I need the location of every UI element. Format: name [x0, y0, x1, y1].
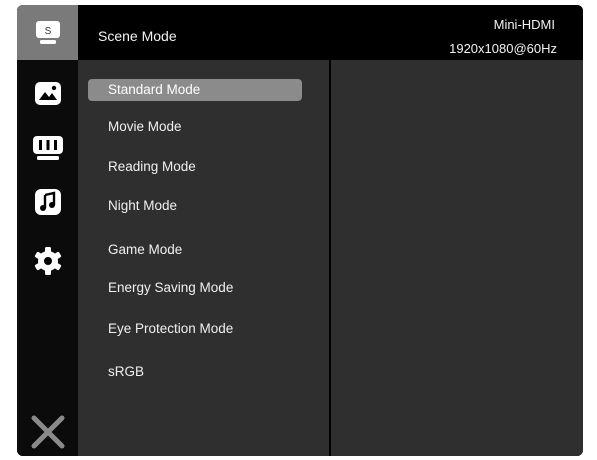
scene-mode-list: Standard Mode Movie Mode Reading Mode Ni… [78, 60, 329, 456]
display-icon [32, 134, 64, 162]
menu-item-movie-mode[interactable]: Movie Mode [88, 116, 302, 138]
sidebar-item-audio[interactable] [17, 177, 78, 227]
resolution-label: 1920x1080@60Hz [449, 41, 557, 56]
page-title: Scene Mode [98, 28, 177, 44]
scene-mode-icon: S [34, 20, 62, 46]
menu-item-eye-protection-mode[interactable]: Eye Protection Mode [88, 318, 302, 340]
sidebar-item-settings[interactable] [17, 236, 78, 286]
close-icon [30, 414, 66, 450]
input-source-label: Mini-HDMI [493, 17, 555, 32]
sidebar: S [17, 5, 78, 456]
menu-item-srgb[interactable]: sRGB [88, 361, 302, 383]
sidebar-item-scene-mode[interactable]: S [17, 5, 78, 60]
submenu-panel [331, 60, 583, 456]
scene-mode-glyph: S [44, 26, 51, 37]
exit-button[interactable] [17, 407, 78, 456]
header: Scene Mode Mini-HDMI 1920x1080@60Hz [78, 5, 583, 60]
menu-item-night-mode[interactable]: Night Mode [88, 195, 302, 217]
menu-item-game-mode[interactable]: Game Mode [88, 239, 302, 261]
settings-gear-icon [33, 246, 63, 276]
sidebar-item-display[interactable] [17, 123, 78, 173]
osd-menu: S Scene Mode Mini-HDMI 1920x1080@60Hz St… [17, 5, 583, 456]
audio-icon [34, 188, 62, 216]
picture-icon [34, 79, 62, 107]
menu-item-standard-mode[interactable]: Standard Mode [88, 79, 302, 101]
sidebar-item-picture[interactable] [17, 68, 78, 118]
menu-item-reading-mode[interactable]: Reading Mode [88, 156, 302, 178]
menu-item-energy-saving-mode[interactable]: Energy Saving Mode [88, 277, 302, 299]
